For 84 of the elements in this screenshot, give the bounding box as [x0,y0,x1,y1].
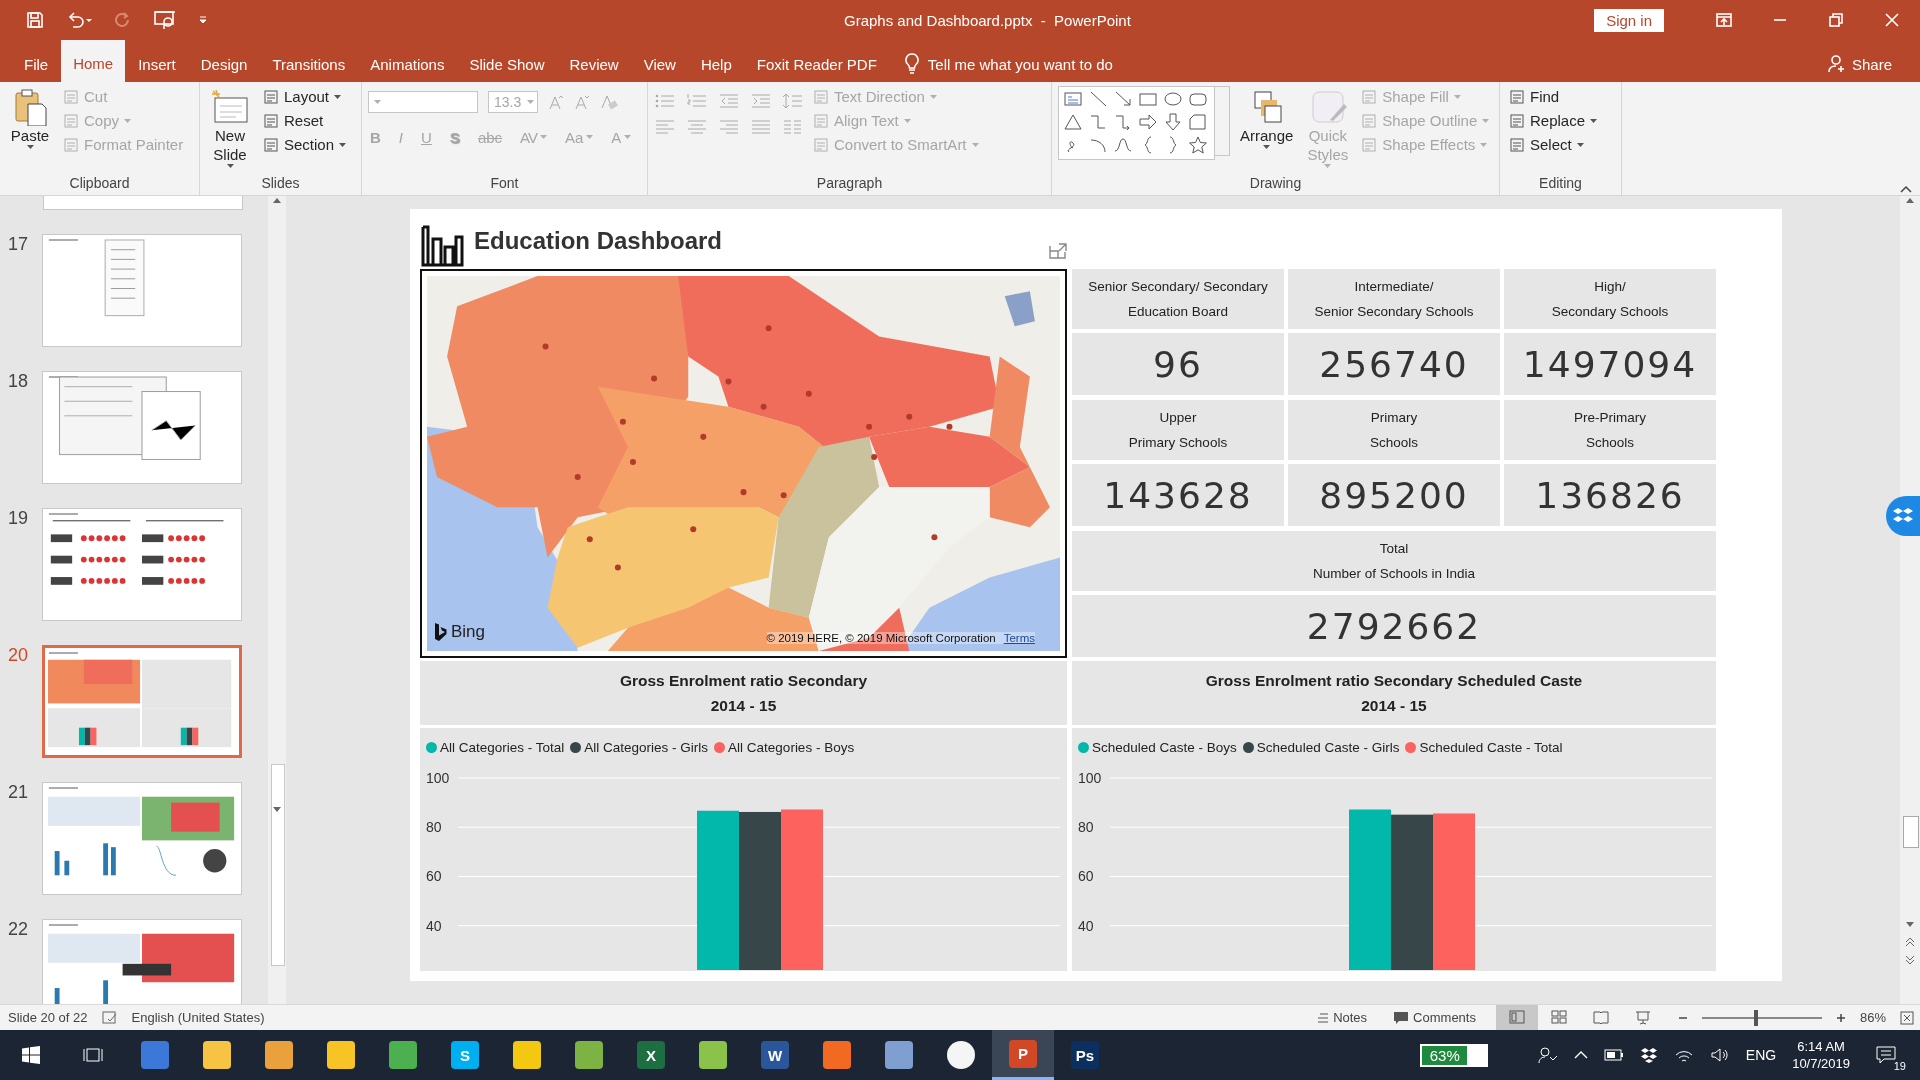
notification-count: 19 [1893,1060,1906,1072]
tile-label: Upper Primary Schools [1072,399,1284,460]
slide-number: 20 [8,644,30,666]
axis-tick-label: 40 [1078,917,1094,934]
tile-label: Primary Schools [1288,399,1500,460]
menu-tab[interactable]: Home [61,40,126,82]
ribbon-button[interactable]: Layout [260,86,350,107]
tile-label: Pre-Primary Schools [1504,399,1716,460]
menu-tab[interactable]: Review [557,46,631,82]
axis-tick-label: 100 [1078,769,1102,786]
taskbar-app[interactable]: X [620,1030,682,1080]
tile-label: High/ Secondary Schools [1504,268,1716,329]
legend-label: Scheduled Caste - Girls [1256,739,1400,755]
tile-value: 2792662 [1072,595,1716,658]
ribbon-button[interactable]: Select [1506,134,1601,155]
menu-tab[interactable]: Help [688,46,744,82]
dashboard-title: Education Dashboard [474,226,723,255]
group-label: Clipboard [68,173,131,193]
tile-value: 256740 [1288,333,1500,396]
tile-value: 136826 [1504,464,1716,527]
group-label: Editing [1538,173,1583,193]
terms-link[interactable]: Terms [1003,631,1035,644]
share-button[interactable]: Share [1821,46,1898,82]
axis-tick-label: 100 [426,769,450,786]
chart-title: Gross Enrolment ratio Secondary 2014 - 15 [420,660,1067,728]
ribbon-button[interactable]: Arrange [1236,86,1298,151]
notes-button[interactable]: Notes [1311,1005,1374,1030]
menu-tab[interactable]: Design [188,46,260,82]
language-indicator[interactable]: English (United States) [131,1010,265,1025]
tile-label: Intermediate/ Senior Secondary Schools [1288,268,1500,329]
menu-tab[interactable]: File [12,46,61,82]
axis-tick-label: 80 [426,819,442,835]
chart-title: Gross Enrolment ratio Secondary Scheduled Caste 2014 - 15 [1072,660,1716,728]
ribbon-button[interactable]: Paste [6,86,54,151]
clock-time[interactable]: 6:14 AM [1797,1038,1845,1055]
axis-tick-label: 80 [1078,819,1094,835]
axis-tick-label: 40 [426,917,442,934]
taskbar-app[interactable]: P [992,1030,1054,1080]
slide-number: 17 [8,233,30,255]
menu-tab[interactable]: View [631,46,688,82]
group-label: Drawing [1248,173,1303,193]
menu-tab[interactable]: Foxit Reader PDF [744,46,889,82]
sign-in-button[interactable]: Sign in [1594,8,1664,32]
window-title: Graphs and Dashboard.pptx - PowerPoint [843,11,1132,29]
map-attribution: © 2019 HERE, © 2019 Microsoft Corporation [766,631,996,644]
tile-value: 895200 [1288,464,1500,527]
ribbon-button[interactable]: New Slide [206,86,254,170]
group-label: Font [489,173,520,193]
slide-number: 21 [8,781,30,803]
tell-me-search[interactable]: Tell me what you want to do [927,55,1113,73]
slide-counter: Slide 20 of 22 [8,1010,88,1025]
tile-value: 143628 [1072,464,1284,527]
slide-number: 18 [8,370,30,392]
legend-label: Scheduled Caste - Total [1419,739,1563,755]
tile-value: 1497094 [1504,333,1716,396]
menu-tab[interactable]: Animations [358,46,457,82]
slide-number: 19 [8,507,30,529]
menu-tab[interactable]: Slide Show [457,46,557,82]
slide-number: 22 [8,918,30,940]
tile-label: Total Number of Schools in India [1072,530,1716,591]
ribbon-button[interactable]: Replace [1506,110,1601,131]
menu-tab[interactable]: Insert [126,46,188,82]
legend-label: All Categories - Boys [728,739,855,755]
axis-tick-label: 60 [1078,868,1094,885]
ribbon-button[interactable]: Reset [260,110,350,131]
clock-date[interactable]: 10/7/2019 [1792,1055,1850,1072]
legend-label: All Categories - Girls [584,739,709,755]
comments-button[interactable]: Comments [1387,1005,1482,1030]
ribbon-button[interactable]: Find [1506,86,1601,107]
battery-indicator: 63% [1419,1043,1488,1067]
ribbon-button[interactable]: Section [260,134,350,155]
axis-tick-label: 60 [426,868,442,885]
taskbar-app[interactable]: W [744,1030,806,1080]
input-language[interactable]: ENG [1745,1047,1777,1063]
legend-label: All Categories - Total [440,739,565,755]
group-label: Slides [260,173,301,193]
group-label: Paragraph [815,173,884,193]
tile-label: Senior Secondary/ Secondary Education Board [1072,268,1284,329]
map-provider-logo: Bing [451,621,486,642]
taskbar-app[interactable]: Ps [1054,1030,1116,1080]
zoom-level[interactable]: 86% [1859,1010,1886,1025]
tile-value: 96 [1072,333,1284,396]
legend-label: Scheduled Caste - Boys [1092,739,1237,755]
menu-tab[interactable]: Transitions [260,46,358,82]
